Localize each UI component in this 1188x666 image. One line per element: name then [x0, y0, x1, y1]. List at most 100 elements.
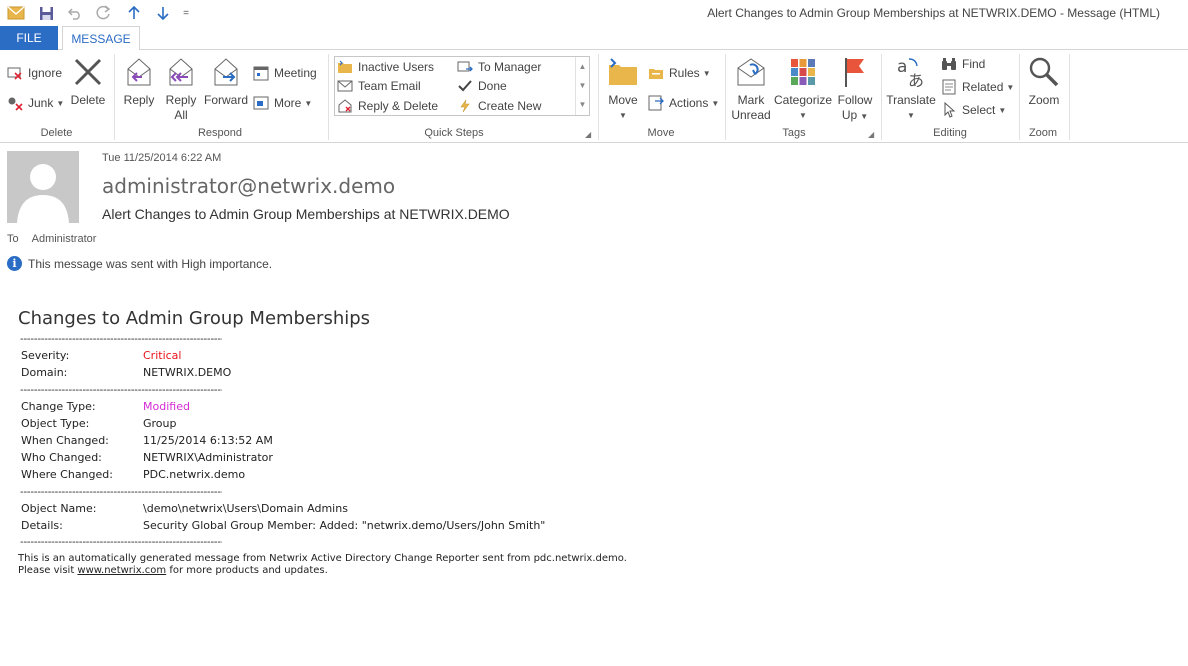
group-label-respond: Respond [197, 127, 243, 139]
to-row: To Administrator [7, 233, 96, 245]
importance-text: This message was sent with High importan… [28, 256, 273, 271]
object-type-label: Object Type: [21, 417, 90, 430]
info-icon: i [7, 256, 22, 271]
related-icon [940, 78, 958, 96]
sent-date: Tue 11/25/2014 6:22 AM [102, 152, 222, 164]
svg-text:あ: あ [908, 71, 924, 89]
change-type-value: Modified [143, 400, 190, 413]
mark-unread-icon [733, 54, 769, 90]
cursor-icon [940, 101, 958, 119]
footer-visit: Please visit www.netwrix.com for more pr… [18, 565, 328, 576]
translate-icon: aあ [893, 54, 929, 90]
quick-step-team-email[interactable]: Team Email [337, 77, 421, 95]
delete-icon [70, 54, 106, 90]
svg-text:a: a [897, 57, 907, 77]
scroll-down-icon[interactable]: ▼ [576, 76, 589, 95]
more-respond-button[interactable]: More ▼ [252, 93, 312, 113]
redo-icon[interactable] [94, 3, 114, 23]
group-label-delete: Delete [40, 127, 73, 139]
quick-step-reply-delete[interactable]: Reply & Delete [337, 97, 438, 115]
to-label: To [7, 233, 19, 245]
object-type-value: Group [143, 417, 177, 430]
divider-line: ----------------------------------------… [20, 486, 222, 498]
ribbon-tabs: FILE MESSAGE [0, 26, 1188, 51]
quick-steps-launcher-icon[interactable]: ◢ [585, 130, 591, 139]
reply-all-icon [163, 54, 199, 90]
object-name-label: Object Name: [21, 502, 97, 515]
change-type-label: Change Type: [21, 400, 96, 413]
move-button[interactable]: Move ▼ [603, 54, 643, 123]
reply-button[interactable]: Reply [118, 54, 160, 108]
group-label-tags: Tags [782, 127, 806, 139]
junk-button[interactable]: Junk ▼ [6, 93, 64, 113]
undo-icon[interactable] [65, 3, 85, 23]
netwrix-website-link[interactable]: www.netwrix.com [77, 565, 166, 576]
flag-icon [837, 54, 873, 90]
previous-item-icon[interactable] [124, 3, 144, 23]
zoom-button[interactable]: Zoom [1022, 54, 1066, 108]
quick-step-inactive-users[interactable]: Inactive Users [337, 58, 434, 76]
group-label-editing: Editing [933, 127, 967, 139]
severity-label: Severity: [21, 349, 70, 362]
actions-button[interactable]: Actions ▼ [647, 93, 719, 113]
where-changed-value: PDC.netwrix.demo [143, 468, 246, 481]
who-changed-value: NETWRIX\Administrator [143, 451, 273, 464]
domain-label: Domain: [21, 366, 68, 379]
categorize-button[interactable]: Categorize ▼ [774, 54, 832, 123]
group-label-move: Move [647, 127, 675, 139]
magnifier-icon [1026, 54, 1062, 90]
forward-envelope-icon [457, 59, 473, 75]
find-button[interactable]: Find [940, 54, 985, 74]
envelope-icon [337, 78, 353, 94]
mark-unread-button[interactable]: Mark Unread [728, 54, 774, 123]
checkmark-icon [457, 78, 473, 94]
customize-toolbar-icon[interactable]: = [176, 3, 196, 23]
details-label: Details: [21, 519, 63, 532]
junk-icon [6, 94, 24, 112]
when-changed-label: When Changed: [21, 434, 109, 447]
next-item-icon[interactable] [153, 3, 173, 23]
quick-steps-scroller[interactable]: ▲ ▼ ▼ [575, 57, 589, 115]
sender-avatar [7, 151, 79, 223]
rules-icon [647, 64, 665, 82]
sender-address[interactable]: administrator@netwrix.demo [102, 174, 395, 198]
scroll-up-icon[interactable]: ▲ [576, 57, 589, 76]
group-separator [598, 54, 599, 140]
quick-steps-gallery: Inactive Users Team Email Reply & Delete… [334, 56, 590, 116]
tab-message[interactable]: MESSAGE [62, 26, 140, 51]
gallery-expand-icon[interactable]: ▼ [576, 95, 589, 114]
rules-button[interactable]: Rules ▼ [647, 63, 711, 83]
group-separator [328, 54, 329, 140]
outlook-envelope-icon[interactable] [6, 3, 26, 23]
quick-step-to-manager[interactable]: To Manager [457, 58, 541, 76]
quick-step-done[interactable]: Done [457, 77, 507, 95]
translate-button[interactable]: aあ Translate ▼ [884, 54, 938, 123]
move-folder-icon [605, 54, 641, 90]
meeting-button[interactable]: Meeting [252, 63, 317, 83]
quick-step-create-new[interactable]: Create New [457, 97, 541, 115]
meeting-icon [252, 64, 270, 82]
body-heading: Changes to Admin Group Memberships [18, 308, 371, 329]
select-button[interactable]: Select ▼ [940, 100, 1006, 120]
save-icon[interactable] [36, 3, 56, 23]
divider-line: ----------------------------------------… [20, 536, 222, 548]
ignore-icon [6, 64, 24, 82]
reply-delete-icon [337, 98, 353, 114]
group-label-zoom: Zoom [1028, 127, 1058, 139]
person-silhouette-icon [7, 151, 79, 223]
window-title: Alert Changes to Admin Group Memberships… [707, 6, 1160, 20]
severity-value: Critical [143, 349, 182, 362]
to-recipient[interactable]: Administrator [32, 233, 97, 245]
delete-button[interactable]: Delete [68, 54, 108, 108]
ignore-button[interactable]: Ignore [6, 63, 62, 83]
divider-line: ----------------------------------------… [20, 333, 222, 345]
related-button[interactable]: Related ▼ [940, 77, 1014, 97]
message-subject: Alert Changes to Admin Group Memberships… [102, 206, 510, 222]
forward-button[interactable]: Forward [202, 54, 250, 108]
tags-launcher-icon[interactable]: ◢ [868, 130, 874, 139]
tab-file[interactable]: FILE [0, 26, 58, 50]
follow-up-button[interactable]: Follow Up ▼ [834, 54, 876, 124]
reply-all-button[interactable]: Reply All [160, 54, 202, 123]
actions-icon [647, 94, 665, 112]
divider-line: ----------------------------------------… [20, 384, 222, 396]
